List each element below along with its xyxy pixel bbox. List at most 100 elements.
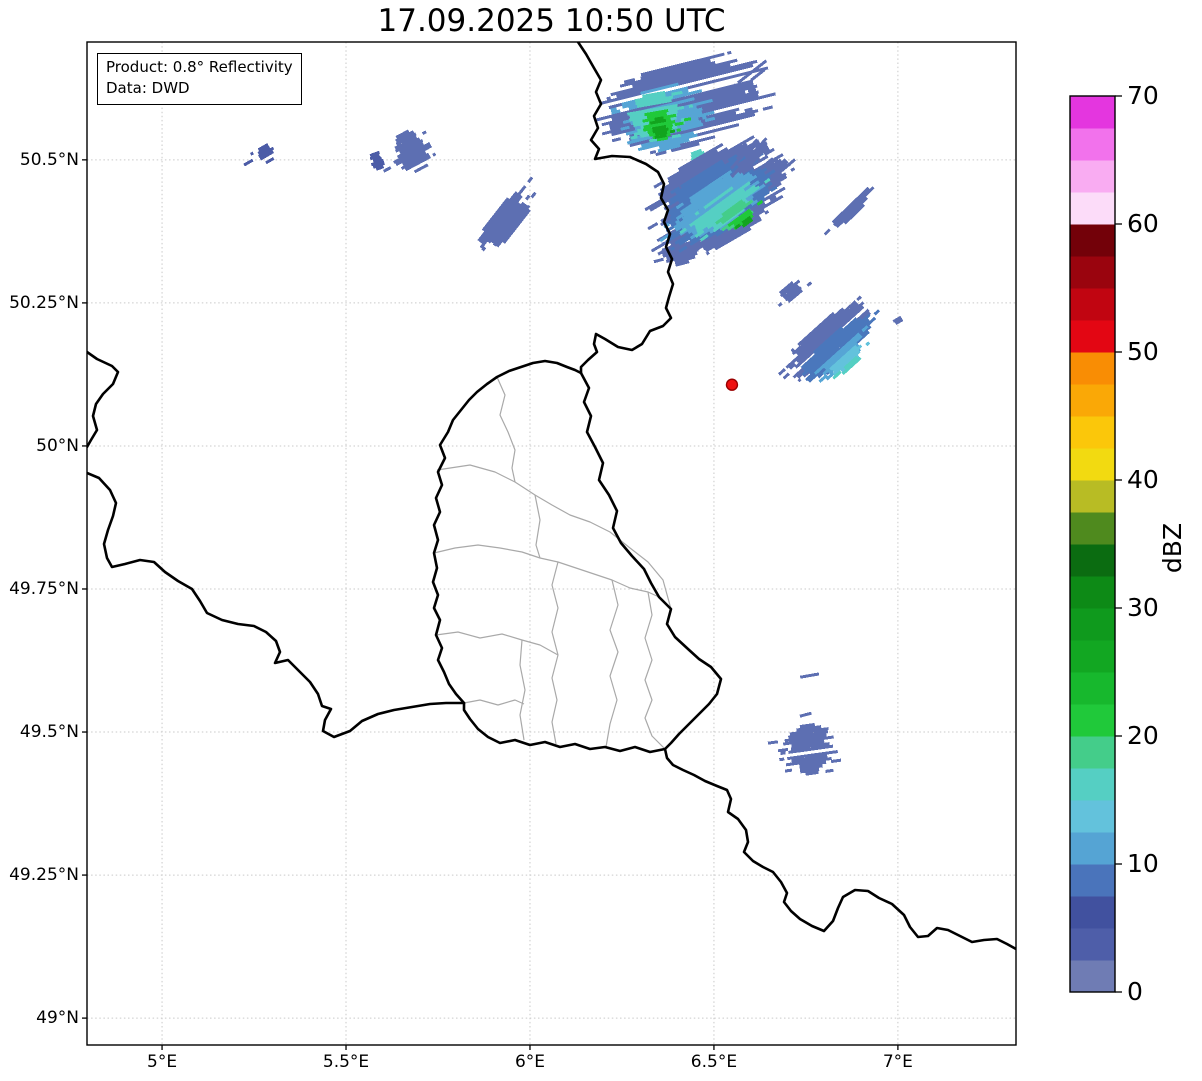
radar-bin [726, 50, 732, 55]
colorbar-tick-label-5: 50 [1127, 337, 1159, 366]
colorbar [1069, 95, 1122, 993]
radar-bin [779, 757, 785, 762]
radar-bin [797, 378, 802, 383]
radar-bin [243, 158, 254, 167]
y-tick-label-3: 49.75°N [9, 578, 79, 599]
colorbar-segment [1070, 576, 1115, 609]
colorbar-tick-label-2: 20 [1127, 721, 1159, 750]
map-canvas [82, 41, 1122, 1050]
colorbar-segment [1070, 512, 1115, 545]
colorbar-tick-label-0: 0 [1127, 977, 1143, 1006]
france-germany-border [663, 747, 1016, 951]
national-borders [87, 42, 1016, 951]
x-tick-label-2: 6°E [514, 1052, 545, 1072]
radar-bin [799, 672, 820, 679]
radar-bin [777, 368, 786, 376]
location-marker-dot [725, 378, 739, 391]
radar-echo-nw-clump [382, 129, 437, 174]
colorbar-segment [1070, 160, 1115, 193]
colorbar-segment [1070, 800, 1115, 833]
canton-border-line [519, 639, 526, 741]
colorbar-segment [1070, 288, 1115, 321]
radar-bin [784, 768, 793, 773]
info-box-source-line: Data: DWD [106, 79, 190, 98]
colorbar-segment [1070, 320, 1115, 353]
page-title: 17.09.2025 10:50 UTC [377, 3, 726, 39]
map-layers [87, 42, 1016, 951]
colorbar-tick-label-6: 60 [1127, 209, 1159, 238]
plot-frame [86, 41, 1017, 1046]
radar-echo-west-dash [243, 143, 275, 167]
colorbar-segment [1070, 416, 1115, 449]
radar-bin [249, 151, 254, 156]
radar-bin [865, 341, 871, 347]
radar-figure: 17.09.2025 10:50 UTC Product: 0.8° Refle… [0, 0, 1202, 1081]
colorbar-segment [1070, 864, 1115, 897]
radar-bin [833, 186, 875, 227]
radar-bin [856, 295, 862, 302]
colorbar-segment [1070, 896, 1115, 929]
canton-border-line [436, 464, 672, 610]
canton-border-line [644, 591, 666, 750]
colorbar-segment [1070, 352, 1115, 385]
colorbar-segment [1070, 128, 1115, 161]
colorbar-segment [1070, 928, 1115, 961]
radar-echo-south-patch [767, 722, 842, 776]
radar-bin [762, 105, 773, 111]
info-box-product-line: Product: 0.8° Reflectivity [106, 58, 293, 76]
colorbar-segment [1070, 256, 1115, 289]
radar-bin [806, 281, 813, 287]
colorbar-tick-label-3: 30 [1127, 593, 1159, 622]
radar-bin [382, 166, 392, 173]
info-box: Product: 0.8° Reflectivity Data: DWD [97, 53, 302, 105]
radar-echo-south-patch-dash1 [799, 672, 820, 679]
colorbar-segment [1070, 640, 1115, 673]
colorbar-segment [1070, 544, 1115, 577]
radar-bin [782, 372, 790, 380]
colorbar-tick-label-7: 70 [1127, 81, 1159, 110]
y-tick-label-4: 49.5°N [19, 722, 79, 743]
radar-bin [432, 152, 437, 157]
gridlines [87, 42, 1016, 1045]
radar-bin [653, 181, 663, 189]
colorbar-segment [1070, 960, 1115, 993]
canton-border-line [435, 631, 559, 656]
colorbar-segment [1070, 448, 1115, 481]
radar-bin [611, 137, 622, 143]
colorbar-segment [1070, 224, 1115, 257]
colorbar-unit-label: dBZ [1158, 522, 1187, 574]
colorbar-segment [1070, 96, 1115, 129]
radar-bin [830, 758, 842, 764]
radar-bin [799, 711, 812, 718]
radar-bin [705, 251, 710, 256]
canton-border-line [496, 376, 516, 483]
x-tick-label-3: 6.5°E [690, 1052, 738, 1072]
colorbar-tick-label-4: 40 [1127, 465, 1159, 494]
canton-border-line [605, 579, 619, 748]
radar-echo-ne-streak2 [823, 186, 875, 236]
canton-border-line [463, 699, 525, 706]
radar-bin [530, 191, 537, 199]
x-tick-label-4: 7°E [882, 1052, 913, 1072]
colorbar-segment [1070, 192, 1115, 225]
colorbar-segment [1070, 768, 1115, 801]
radar-bin [527, 176, 534, 184]
marker-layer [725, 378, 739, 391]
france-belgium-border-b [87, 471, 466, 739]
radar-bin [421, 130, 427, 135]
radar-bin [653, 257, 664, 264]
y-tick-label-1: 50.25°N [9, 292, 79, 313]
y-tick-label-5: 49.25°N [9, 865, 79, 886]
radar-echo-east-speckle2 [892, 315, 904, 325]
canton-borders [433, 376, 672, 750]
axes [82, 41, 1017, 1050]
radar-bin [525, 194, 531, 201]
x-tick-label-0: 5°E [147, 1052, 178, 1072]
radar-echoes [243, 50, 904, 776]
france-belgium-border-a [87, 350, 120, 449]
radar-bin [647, 222, 659, 231]
canton-border-line [534, 494, 541, 559]
colorbar-segment [1070, 672, 1115, 705]
radar-echo-south-patch-dash2 [799, 711, 812, 718]
y-tick-label-2: 50°N [36, 435, 79, 456]
